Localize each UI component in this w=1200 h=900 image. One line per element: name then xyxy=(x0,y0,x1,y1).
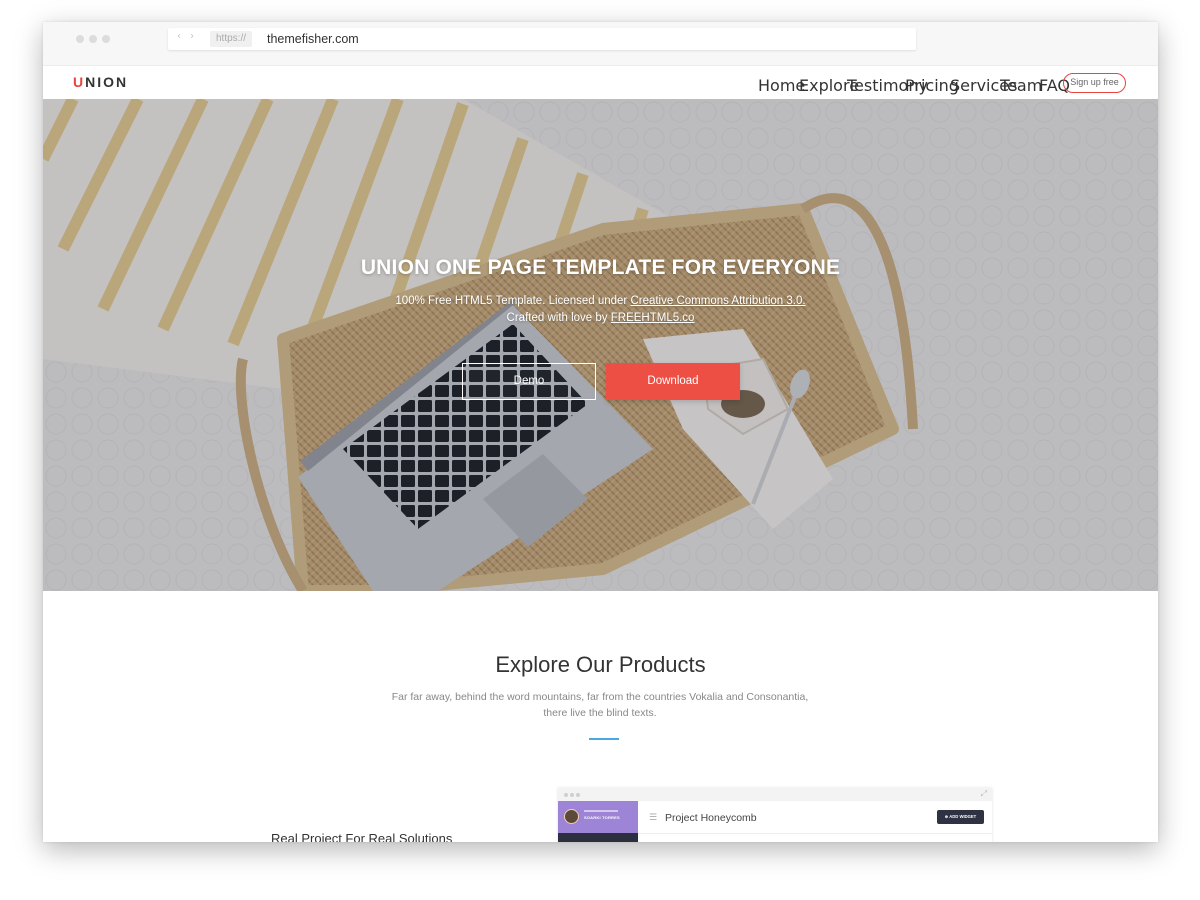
download-button[interactable]: Download xyxy=(606,363,740,400)
demo-button[interactable]: Demo xyxy=(462,363,596,400)
menu-icon: ☰ xyxy=(649,813,658,823)
mockup-sidebar: SOARKI TORRES xyxy=(558,801,638,842)
window-control-maximize[interactable] xyxy=(102,35,110,43)
avatar xyxy=(564,809,579,824)
logo-accent: U xyxy=(73,74,86,90)
explore-title: Explore Our Products xyxy=(495,652,706,677)
site-logo[interactable]: UNION xyxy=(73,74,128,90)
mockup-user-name: SOARKI TORRES xyxy=(584,815,620,820)
hero-overlay xyxy=(43,99,1158,591)
hero-subtitle: 100% Free HTML5 Template. Licensed under… xyxy=(43,293,1158,327)
browser-toolbar: ‹ › https:// themefisher.com xyxy=(43,22,1158,66)
mockup-dot xyxy=(576,793,580,797)
mockup-dot xyxy=(570,793,574,797)
mockup-dot xyxy=(564,793,568,797)
app-mockup: ⤢ SOARKI TORRES ☰ Project Honeycomb ⊕ AD… xyxy=(558,788,992,842)
feature-title: Real Project For Real Solutions xyxy=(271,831,453,842)
url-host[interactable]: themefisher.com xyxy=(267,30,359,48)
mockup-user-subline xyxy=(584,810,618,812)
window-control-close[interactable] xyxy=(76,35,84,43)
address-bar[interactable]: ‹ › https:// themefisher.com xyxy=(168,28,916,50)
hero-section: UNION ONE PAGE TEMPLATE FOR EVERYONE 100… xyxy=(43,99,1158,591)
mockup-titlebar: ⤢ xyxy=(558,788,992,801)
url-protocol: https:// xyxy=(210,31,253,47)
add-widget-button: ⊕ ADD WIDGET xyxy=(937,810,984,824)
hero-crafted-text: Crafted with love by xyxy=(506,312,611,324)
freehtml5-link[interactable]: FREEHTML5.co xyxy=(611,312,695,324)
mockup-project-title: Project Honeycomb xyxy=(665,812,757,824)
mockup-profile: SOARKI TORRES xyxy=(558,801,638,833)
back-forward-icon[interactable]: ‹ › xyxy=(177,31,197,42)
hero-title: UNION ONE PAGE TEMPLATE FOR EVERYONE xyxy=(360,256,841,279)
signup-button[interactable]: Sign up free xyxy=(1063,73,1126,93)
logo-text: NION xyxy=(85,74,129,90)
browser-window: ‹ › https:// themefisher.com UNION Home … xyxy=(43,22,1158,842)
hero-license-text: 100% Free HTML5 Template. Licensed under xyxy=(395,295,631,307)
explore-description: Far far away, behind the word mountains,… xyxy=(391,691,809,719)
window-control-minimize[interactable] xyxy=(89,35,97,43)
expand-icon: ⤢ xyxy=(980,789,987,798)
license-link[interactable]: Creative Commons Attribution 3.0. xyxy=(630,295,805,307)
section-divider xyxy=(589,738,619,740)
site-header: UNION Home Explore Testimony Pricing Ser… xyxy=(43,66,1158,99)
mockup-divider xyxy=(638,833,992,834)
